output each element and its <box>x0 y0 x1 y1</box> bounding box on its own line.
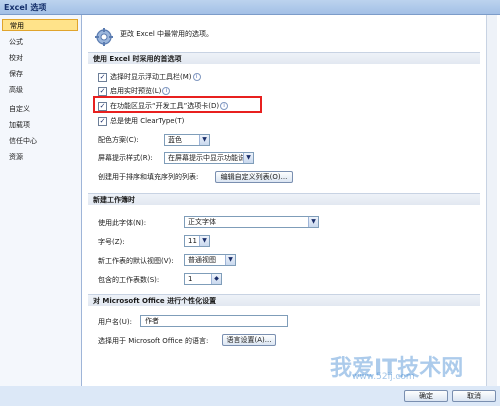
options-panel: 更改 Excel 中最常用的选项。 使用 Excel 时采用的首选项 ✓ 选择时… <box>82 15 500 406</box>
sidebar-item-advanced[interactable]: 高级 <box>2 84 78 96</box>
info-icon: i <box>162 87 171 95</box>
default-view-value: 普通视图 <box>188 256 216 264</box>
font-size-value: 11 <box>188 237 197 245</box>
language-label: 选择用于 Microsoft Office 的语言: <box>98 337 209 345</box>
sidebar-item-customize[interactable]: 自定义 <box>2 103 78 115</box>
username-label: 用户名(U): <box>98 318 132 326</box>
cleartype-label: 总是使用 ClearType(T) <box>110 117 185 125</box>
chevron-down-icon: ▼ <box>243 153 253 163</box>
floating-toolbar-checkbox[interactable]: ✓ <box>98 73 107 82</box>
edit-custom-lists-button[interactable]: 编辑自定义列表(O)... <box>215 171 293 183</box>
spinner-icon[interactable]: ◆ <box>211 274 221 284</box>
font-value: 正文字体 <box>188 218 216 226</box>
sidebar-item-trust-center[interactable]: 信任中心 <box>2 135 78 147</box>
page-header: 更改 Excel 中最常用的选项。 <box>120 30 213 38</box>
section-title-preferences: 使用 Excel 时采用的首选项 <box>88 52 480 64</box>
color-scheme-select[interactable]: 蓝色 ▼ <box>164 134 210 146</box>
chevron-down-icon: ▼ <box>199 236 209 246</box>
info-icon: i <box>192 73 201 81</box>
language-settings-button[interactable]: 语言设置(A)... <box>222 334 276 346</box>
font-size-select[interactable]: 11 ▼ <box>184 235 210 247</box>
live-preview-checkbox[interactable]: ✓ <box>98 87 107 96</box>
sheet-count-label: 包含的工作表数(S): <box>98 276 160 284</box>
live-preview-label: 启用实时预览(L) i <box>110 86 171 96</box>
custom-list-label: 创建用于排序和填充序列的列表: <box>98 173 199 181</box>
watermark-url: www.52ij.com <box>352 372 415 382</box>
chevron-down-icon: ▼ <box>308 217 318 227</box>
sidebar-item-save[interactable]: 保存 <box>2 68 78 80</box>
sidebar-item-proofing[interactable]: 校对 <box>2 52 78 64</box>
developer-tab-highlight <box>93 96 262 113</box>
sidebar-item-resources[interactable]: 资源 <box>2 151 78 163</box>
options-gear-icon <box>95 28 113 46</box>
title-bar: Excel 选项 <box>0 0 500 15</box>
sheet-count-value: 1 <box>188 275 193 283</box>
color-scheme-value: 蓝色 <box>168 136 182 144</box>
sidebar-item-popular[interactable]: 常用 <box>2 19 78 31</box>
cleartype-checkbox[interactable]: ✓ <box>98 117 107 126</box>
sheet-count-stepper[interactable]: 1 ◆ <box>184 273 222 285</box>
sidebar: 常用 公式 校对 保存 高级 自定义 加载项 信任中心 资源 <box>0 15 82 406</box>
section-title-personalize: 对 Microsoft Office 进行个性化设置 <box>88 294 480 306</box>
dialog-footer: 确定 取消 <box>0 386 500 406</box>
font-select[interactable]: 正文字体 ▼ <box>184 216 319 228</box>
screentip-style-label: 屏幕提示样式(R): <box>98 154 153 162</box>
floating-toolbar-label: 选择时显示浮动工具栏(M) i <box>110 72 201 82</box>
default-view-select[interactable]: 普通视图 ▼ <box>184 254 236 266</box>
font-size-label: 字号(Z): <box>98 238 125 246</box>
default-view-label: 新工作表的默认视图(V): <box>98 257 174 265</box>
screentip-style-select[interactable]: 在屏幕提示中显示功能说明 ▼ <box>164 152 254 164</box>
ok-button[interactable]: 确定 <box>404 390 448 402</box>
chevron-down-icon: ▼ <box>225 255 235 265</box>
sidebar-item-formulas[interactable]: 公式 <box>2 36 78 48</box>
username-field[interactable]: 作者 <box>140 315 288 327</box>
chevron-down-icon: ▼ <box>199 135 209 145</box>
scrollbar[interactable] <box>486 15 497 387</box>
cancel-button[interactable]: 取消 <box>452 390 496 402</box>
font-label: 使用此字体(N): <box>98 219 147 227</box>
sidebar-item-addins[interactable]: 加载项 <box>2 119 78 131</box>
section-title-new-workbook: 新建工作簿时 <box>88 193 480 205</box>
window-title: Excel 选项 <box>4 3 47 12</box>
screentip-style-value: 在屏幕提示中显示功能说明 <box>168 154 252 162</box>
color-scheme-label: 配色方案(C): <box>98 136 139 144</box>
